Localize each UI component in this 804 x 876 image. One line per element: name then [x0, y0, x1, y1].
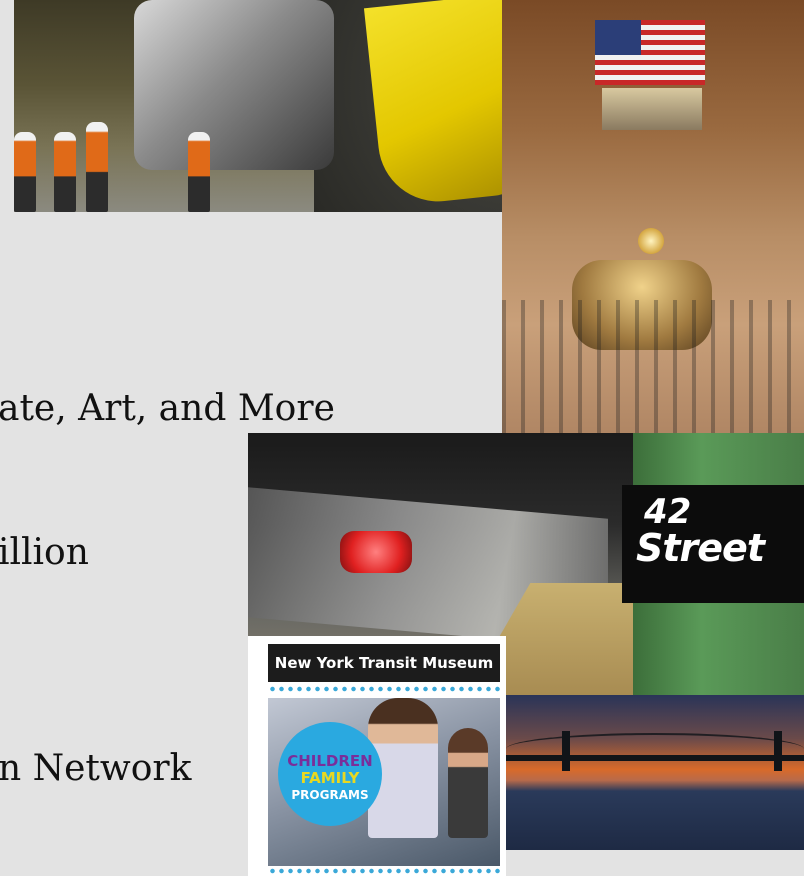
station-sign: 42 Street: [622, 485, 804, 603]
children-programs-badge: CHILDREN FAMILY PROGRAMS: [278, 722, 382, 826]
worker: [86, 122, 108, 212]
station-sign-word: Street: [636, 526, 765, 570]
dotted-rule: [268, 868, 500, 874]
badge-line-2: FAMILY: [300, 769, 360, 787]
dotted-rule: [268, 686, 500, 692]
clock: [638, 228, 664, 254]
bridge-tower: [562, 731, 570, 771]
bridge-tower: [774, 731, 782, 771]
station-sign-number: 42: [644, 492, 692, 532]
slide-text-line-2: illion: [0, 532, 89, 573]
transit-museum-poster: New York Transit Museum CHILDREN FAMILY …: [248, 636, 506, 876]
poster-photo: CHILDREN FAMILY PROGRAMS: [268, 698, 500, 866]
poster-header: New York Transit Museum: [268, 644, 500, 682]
badge-line-1: CHILDREN: [287, 752, 373, 770]
tunnel-construction-photo: [14, 0, 568, 212]
bridge-deck: [506, 755, 804, 761]
crowd: [502, 300, 804, 433]
child-figure: [448, 728, 488, 838]
slide-text-line-3: n Network: [0, 748, 192, 789]
arched-window: [602, 88, 702, 130]
bridge-sunset-photo: [506, 695, 804, 850]
train-light: [340, 531, 412, 573]
boring-machine: [134, 0, 334, 170]
worker: [188, 132, 210, 212]
grand-central-terminal-photo: [502, 0, 804, 433]
worker: [14, 132, 36, 212]
worker: [54, 132, 76, 212]
american-flag: [595, 20, 705, 85]
badge-line-3: PROGRAMS: [291, 788, 369, 802]
slide-text-line-1: ate, Art, and More: [0, 388, 335, 429]
